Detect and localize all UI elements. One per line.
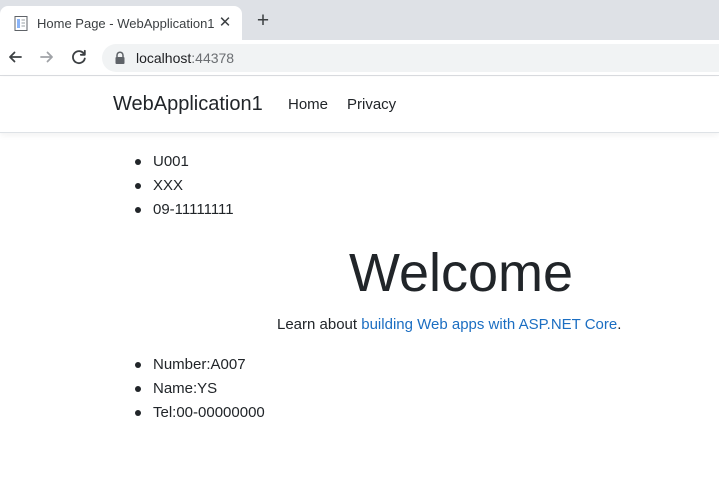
close-icon[interactable]: ✕ — [214, 12, 236, 34]
address-bar[interactable]: localhost:44378 — [102, 44, 719, 72]
welcome-heading: Welcome — [349, 243, 574, 303]
reload-icon[interactable] — [68, 46, 90, 68]
nav-link-home[interactable]: Home — [288, 96, 328, 113]
page-icon — [14, 16, 28, 31]
list-item: Tel:00-00000000 — [135, 401, 265, 425]
top-info-list: U001 XXX 09-11111111 — [135, 150, 234, 222]
list-item: Name:YS — [135, 377, 265, 401]
list-item: XXX — [135, 174, 234, 198]
list-item: U001 — [135, 150, 234, 174]
browser-tabstrip: Home Page - WebApplication1 ✕ + — [0, 0, 719, 40]
learn-prefix: Learn about — [277, 316, 362, 333]
list-item: Number:A007 — [135, 353, 265, 377]
new-tab-icon[interactable]: + — [252, 10, 274, 32]
list-item: 09-11111111 — [135, 198, 234, 222]
tab-title: Home Page - WebApplication1 — [37, 16, 215, 31]
url-port: :44378 — [191, 50, 235, 66]
url-text[interactable]: localhost:44378 — [136, 50, 234, 66]
aspnet-core-link[interactable]: building Web apps with ASP.NET Core — [361, 316, 617, 333]
browser-tab[interactable]: Home Page - WebApplication1 ✕ — [0, 6, 242, 40]
nav-link-privacy[interactable]: Privacy — [347, 96, 396, 113]
url-host: localhost — [136, 50, 192, 66]
bottom-info-list: Number:A007 Name:YS Tel:00-00000000 — [135, 353, 265, 425]
learn-about-text: Learn about building Web apps with ASP.N… — [277, 316, 621, 333]
learn-suffix: . — [617, 316, 622, 333]
back-arrow-icon[interactable] — [4, 46, 26, 68]
forward-arrow-icon[interactable] — [36, 46, 58, 68]
lock-icon[interactable] — [114, 51, 126, 65]
browser-toolbar: localhost:44378 — [0, 40, 719, 76]
navbar-brand[interactable]: WebApplication1 — [113, 93, 263, 116]
site-navbar: WebApplication1 Home Privacy — [0, 77, 719, 133]
